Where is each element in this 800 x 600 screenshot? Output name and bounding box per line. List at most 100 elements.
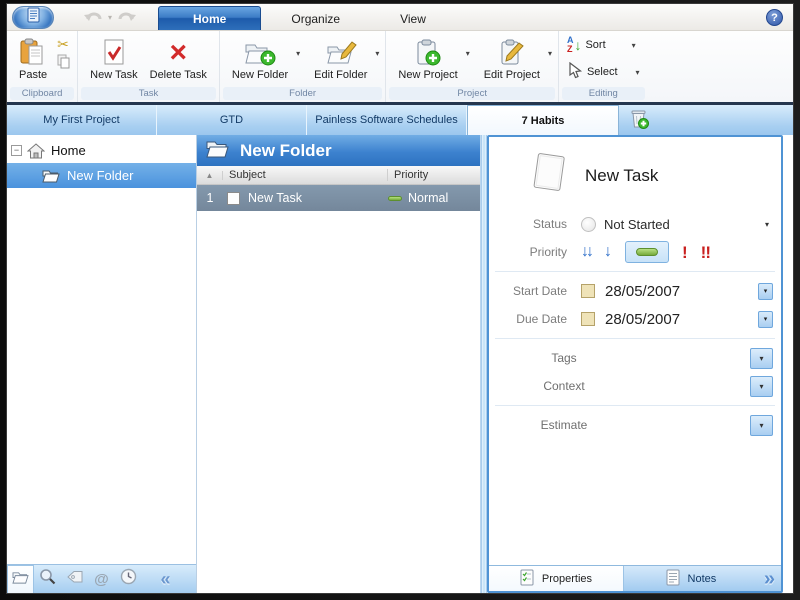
project-tab-painless-software-schedules[interactable]: Painless Software Schedules [307,105,467,135]
priority-high-button[interactable]: ! [682,244,688,261]
cut-icon[interactable]: ✂ [57,37,71,51]
priority-normal-button[interactable] [625,241,669,263]
folder-tree: − Home New Folder [7,135,196,564]
column-header-subject[interactable]: Subject [223,169,388,181]
priority-lowest-button[interactable]: ↓↓ [581,244,594,260]
row-number: 1 [206,191,214,205]
copy-icon[interactable] [57,54,71,74]
edit-folder-button[interactable]: Edit Folder [308,35,373,83]
tree-item-new-folder-label: New Folder [67,168,134,183]
folders-view-icon [11,570,30,590]
task-complete-checkbox[interactable] [227,191,240,205]
search-view-button[interactable] [34,565,61,593]
edit-project-dropdown-icon[interactable]: ▾ [548,49,552,58]
status-dropdown-icon[interactable]: ▾ [765,220,773,229]
ribbon-group-editing: AZ ↓ Sort ▾ Select ▾ Editing [559,31,648,102]
list-header: New Folder [197,135,480,166]
new-project-button[interactable]: New Project [392,35,463,83]
new-folder-label: New Folder [231,69,289,81]
table-row[interactable]: 1 New Task Normal [197,185,480,211]
list-header-title: New Folder [240,140,332,160]
tags-label: Tags [551,351,577,365]
expand-panel-button[interactable]: » [758,566,781,591]
priority-normal-icon [388,195,402,201]
detail-title-row: New Task [489,137,781,210]
edit-folder-dropdown-icon[interactable]: ▾ [375,49,379,58]
delete-task-button[interactable]: × Delete Task [144,35,213,83]
due-date-value: 28/05/2007 [605,310,681,328]
list-header-folder-icon [205,138,231,164]
tags-dropdown-button[interactable]: ▾ [750,347,773,369]
sort-button[interactable]: AZ ↓ Sort ▾ [565,34,638,56]
trash-new-tab-button[interactable] [619,105,659,135]
project-tab-gtd[interactable]: GTD [157,105,307,135]
group-label-clipboard: Clipboard [10,87,75,100]
delete-task-label: Delete Task [149,69,207,81]
tree-collapse-icon[interactable]: − [11,145,22,156]
collapse-sidebar-button[interactable]: « [150,565,177,593]
status-row: Status Not Started ▾ [489,210,781,238]
group-label-editing: Editing [561,87,645,100]
tree-item-home[interactable]: − Home [7,138,196,163]
app-menu-button[interactable] [12,5,54,29]
main-area: − Home New Folder @ « New Folder ▲ Subje… [7,135,793,593]
start-date-row: Start Date 28/05/2007 ▾ [489,277,781,305]
new-project-icon [413,37,443,69]
estimate-dropdown-button[interactable]: ▾ [750,414,773,436]
tab-notes[interactable]: Notes [624,566,758,591]
tag-icon [66,570,84,589]
status-label: Status [532,217,567,231]
task-priority: Normal [408,191,449,205]
priority-highest-button[interactable]: !! [701,244,711,261]
select-dropdown-icon[interactable]: ▾ [636,68,640,77]
start-date-dropdown-button[interactable]: ▾ [758,282,773,300]
select-button[interactable]: Select ▾ [565,60,642,84]
time-view-button[interactable] [115,565,142,593]
new-folder-dropdown-icon[interactable]: ▾ [296,49,300,58]
sort-dropdown-icon[interactable]: ▾ [632,41,636,50]
start-date-checkbox[interactable] [581,284,595,298]
separator [495,338,775,339]
contexts-view-button[interactable]: @ [88,565,115,593]
ribbon-group-task: New Task × Delete Task Task [78,31,220,102]
project-tab-strip: My First Project GTD Painless Software S… [7,105,793,135]
new-folder-button[interactable]: New Folder [226,35,294,83]
list-empty-area[interactable] [197,211,480,593]
task-list-panel: New Folder ▲ Subject Priority 1 New Task [197,135,481,593]
project-tab-7-habits[interactable]: 7 Habits [467,105,619,135]
paste-button[interactable]: Paste [13,35,53,83]
group-label-project: Project [389,87,555,100]
context-dropdown-button[interactable]: ▾ [750,375,773,397]
help-button[interactable]: ? [766,9,783,26]
tab-home[interactable]: Home [158,6,262,30]
due-date-dropdown-button[interactable]: ▾ [758,310,773,328]
tab-organize[interactable]: Organize [261,8,370,30]
detail-bottom-tabs: Properties Notes » [489,565,781,591]
tab-view[interactable]: View [370,8,456,30]
due-date-checkbox[interactable] [581,312,595,326]
new-task-label: New Task [90,69,138,81]
sort-indicator-icon[interactable]: ▲ [197,170,223,180]
tree-item-new-folder[interactable]: New Folder [7,163,196,188]
folders-view-button[interactable] [7,565,34,593]
priority-low-button[interactable]: ↓ [604,244,612,260]
edit-project-button[interactable]: Edit Project [478,35,546,83]
sidebar: − Home New Folder @ « [7,135,197,593]
clock-icon [120,568,137,590]
app-window: ▾ Home Organize View ? Paste ✂ Clipboard… [7,4,793,593]
priority-label: Priority [529,245,567,259]
tab-notes-label: Notes [687,572,717,585]
tab-properties[interactable]: Properties [489,566,624,591]
undo-dropdown-icon[interactable]: ▾ [108,13,112,22]
ribbon: Paste ✂ Clipboard New Task × Delete Task… [7,31,793,105]
undo-icon[interactable] [82,7,104,28]
priority-row: Priority ↓↓ ↓ ! !! [489,238,781,266]
project-tab-my-first-project[interactable]: My First Project [7,105,157,135]
tags-view-button[interactable] [61,565,88,593]
new-task-button[interactable]: New Task [84,35,143,83]
column-header-priority[interactable]: Priority [388,169,480,181]
redo-icon[interactable] [116,7,138,28]
group-label-task: Task [81,87,216,100]
screen: ▾ Home Organize View ? Paste ✂ Clipboard… [0,0,800,600]
new-project-dropdown-icon[interactable]: ▾ [466,49,470,58]
